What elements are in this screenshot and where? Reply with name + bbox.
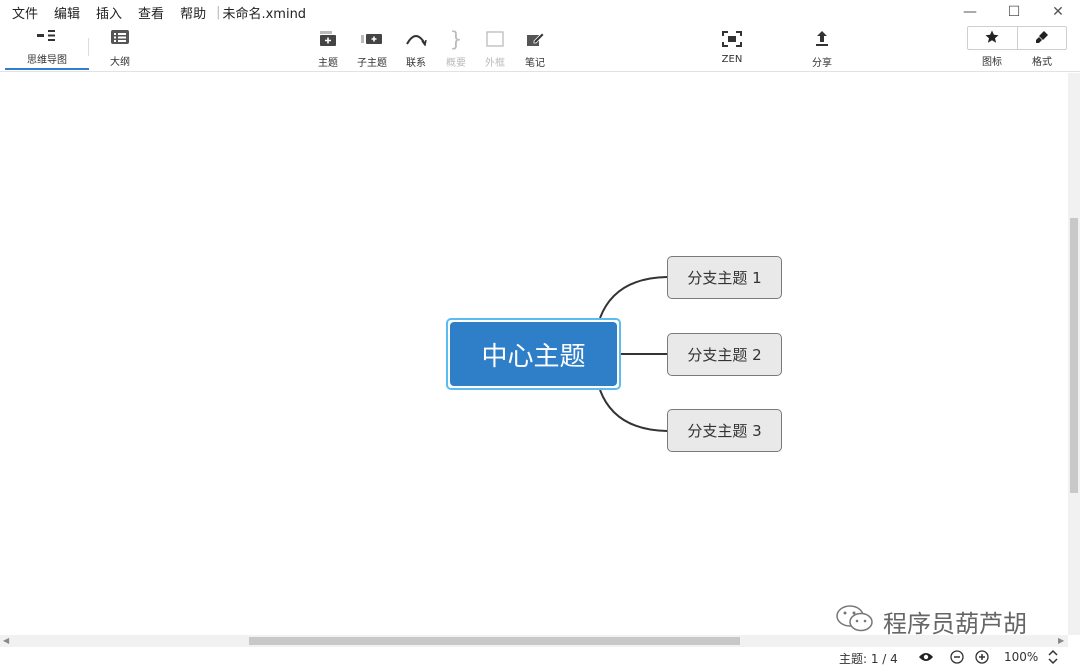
tab-mindmap[interactable]: 思维导图 — [5, 24, 89, 70]
star-icon — [985, 29, 999, 48]
connector-branch-1 — [599, 276, 668, 319]
topic-count: 主题: 1 / 4 — [839, 652, 898, 666]
subtopic-button[interactable]: 子主题 — [354, 28, 390, 70]
tab-outline-label: 大纲 — [110, 57, 130, 68]
scroll-right-arrow-icon[interactable]: ▶ — [1058, 636, 1064, 645]
zoom-level: 100% — [1004, 650, 1039, 664]
branch-topic-2[interactable]: 分支主题 2 — [667, 333, 782, 376]
brush-icon — [1035, 29, 1049, 48]
toolbar: 思维导图 大纲 主题 子主题 联系 } 概要 外框 笔记 ZEN 分享 — [0, 24, 1080, 72]
mindmap-canvas[interactable]: 中心主题 分支主题 1 分支主题 2 分支主题 3 — [0, 73, 1068, 635]
eye-icon[interactable] — [918, 651, 934, 663]
summary-button[interactable]: } 概要 — [442, 27, 470, 70]
tab-outline[interactable]: 大纲 — [78, 24, 162, 70]
menu-view[interactable]: 查看 — [130, 3, 172, 22]
branch-topic-1[interactable]: 分支主题 1 — [667, 256, 782, 299]
status-bar: 主题: 1 / 4 100% — [0, 647, 1080, 667]
note-button[interactable]: 笔记 — [521, 28, 549, 70]
icons-panel-button[interactable] — [968, 27, 1017, 49]
topic-button[interactable]: 主题 — [314, 28, 342, 70]
close-button[interactable]: ✕ — [1036, 0, 1080, 24]
tab-mindmap-label: 思维导图 — [27, 55, 67, 66]
mindmap-icon — [37, 30, 57, 45]
zoom-stepper-icon[interactable] — [1048, 649, 1058, 665]
panel-toggle-group — [967, 26, 1067, 50]
boundary-button[interactable]: 外框 — [481, 28, 509, 70]
menu-file[interactable]: 文件 — [0, 3, 46, 22]
window-controls: — ☐ ✕ — [948, 0, 1080, 24]
central-topic[interactable]: 中心主题 — [446, 318, 621, 390]
menu-bar: 文件 编辑 插入 查看 帮助 | 未命名.xmind — [0, 0, 1080, 24]
document-title: 未命名.xmind — [222, 6, 307, 22]
outline-icon — [111, 30, 129, 47]
minimize-button[interactable]: — — [948, 0, 992, 24]
share-label: 分享 — [812, 58, 832, 69]
note-label: 笔记 — [525, 58, 545, 69]
topic-label: 主题 — [318, 58, 338, 69]
relationship-button[interactable]: 联系 — [402, 28, 430, 70]
connector-branch-3 — [599, 389, 668, 432]
menu-help[interactable]: 帮助 — [172, 3, 214, 22]
vertical-scrollbar[interactable] — [1068, 73, 1080, 635]
format-panel-button[interactable] — [1016, 27, 1067, 49]
boundary-label: 外框 — [485, 58, 505, 69]
topic-icon — [319, 28, 337, 50]
maximize-button[interactable]: ☐ — [992, 0, 1036, 24]
watermark: 程序员葫芦胡 — [835, 603, 1027, 639]
zen-button[interactable]: ZEN — [717, 28, 747, 70]
subtopic-label: 子主题 — [357, 58, 387, 69]
branch-topic-3[interactable]: 分支主题 3 — [667, 409, 782, 452]
share-upload-icon — [814, 28, 830, 50]
zoom-out-icon[interactable] — [950, 650, 964, 664]
horizontal-scroll-thumb[interactable] — [249, 637, 740, 645]
summary-brace-icon: } — [449, 27, 463, 51]
note-pencil-icon — [526, 28, 544, 50]
central-topic-text: 中心主题 — [450, 322, 617, 386]
wechat-icon — [835, 603, 875, 639]
format-label: 格式 — [1032, 57, 1052, 68]
zen-fullscreen-icon — [722, 28, 742, 50]
scroll-left-arrow-icon[interactable]: ◀ — [3, 636, 9, 645]
zoom-in-icon[interactable] — [975, 650, 989, 664]
icons-label: 图标 — [982, 57, 1002, 68]
relationship-label: 联系 — [406, 58, 426, 69]
menu-edit[interactable]: 编辑 — [46, 3, 88, 22]
boundary-icon — [486, 28, 504, 50]
zen-label: ZEN — [721, 54, 743, 65]
title-separator: | — [216, 4, 221, 20]
relationship-icon — [405, 28, 427, 50]
watermark-text: 程序员葫芦胡 — [883, 609, 1027, 638]
subtopic-icon — [361, 28, 383, 50]
menu-insert[interactable]: 插入 — [88, 3, 130, 22]
vertical-scroll-thumb[interactable] — [1070, 218, 1078, 493]
summary-label: 概要 — [446, 58, 466, 69]
share-button[interactable]: 分享 — [807, 28, 837, 70]
